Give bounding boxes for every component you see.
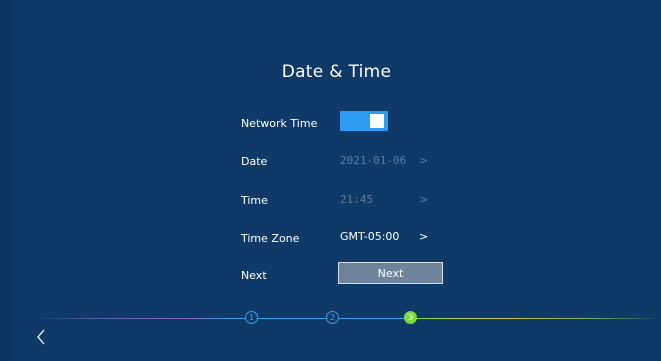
progress-segment-remaining (406, 318, 661, 319)
step-3-indicator: 3 (404, 311, 417, 324)
date-label: Date (241, 155, 268, 168)
time-value[interactable]: 21:45 (340, 193, 373, 206)
step-1-indicator: 1 (245, 311, 258, 324)
page-title: Date & Time (281, 62, 392, 82)
network-time-label: Network Time (241, 117, 318, 130)
toggle-knob (370, 114, 384, 128)
progress-track (32, 318, 661, 319)
date-value[interactable]: 2021-01-06 (340, 154, 406, 167)
time-label: Time (241, 194, 268, 207)
date-chevron-right-icon[interactable]: > (419, 154, 428, 167)
progress-segment-lead (32, 318, 232, 319)
settings-screen: Date & Time Network Time Date 2021-01-06… (12, 0, 661, 361)
next-label: Next (241, 269, 267, 282)
next-button[interactable]: Next (338, 262, 443, 284)
progress-segment-done (232, 318, 406, 319)
chevron-left-icon (37, 329, 45, 345)
time-zone-chevron-right-icon[interactable]: > (419, 230, 428, 243)
network-time-toggle[interactable] (340, 111, 388, 131)
time-zone-label: Time Zone (241, 232, 300, 245)
step-2-indicator: 2 (326, 311, 339, 324)
back-button[interactable] (36, 327, 48, 347)
time-chevron-right-icon[interactable]: > (419, 193, 428, 206)
time-zone-value[interactable]: GMT-05:00 (340, 230, 399, 243)
